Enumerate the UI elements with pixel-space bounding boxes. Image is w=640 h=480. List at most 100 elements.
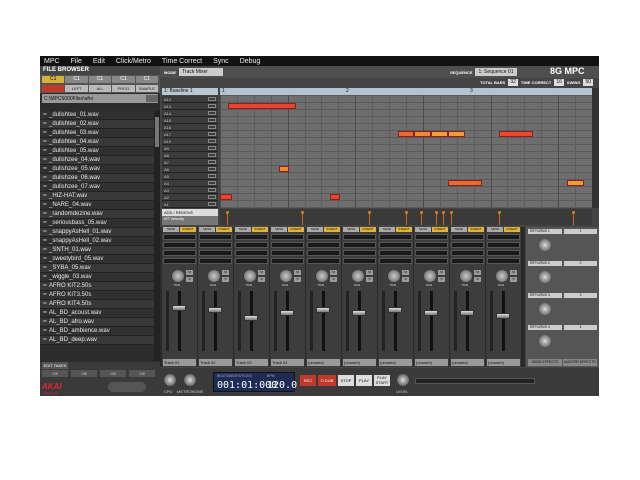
file-list-item[interactable]: ━ _dulishzee_06.wav <box>40 174 154 183</box>
key-mute-box[interactable] <box>208 181 216 185</box>
file-list-item[interactable]: ━ _dulishtee_01.wav <box>40 111 154 120</box>
key-mute-box[interactable] <box>208 202 216 206</box>
insert-button[interactable]: INSERT <box>504 227 520 232</box>
file-list-item[interactable]: ━ _randomdezine.wav <box>40 210 154 219</box>
mute-button[interactable]: M <box>402 270 409 275</box>
file-list-item[interactable]: ━ _dulishtee_03.wav <box>40 129 154 138</box>
volume-fader[interactable] <box>496 312 510 319</box>
file-list-item[interactable]: ━ _seriousbass_05.wav <box>40 219 154 228</box>
file-list-item[interactable]: ━ AFRO KIT3.50s <box>40 291 154 300</box>
effect-slot[interactable] <box>415 258 448 264</box>
solo-button[interactable]: S <box>510 277 517 282</box>
bpm-value[interactable]: 120.0 <box>267 380 297 391</box>
effect-slot[interactable] <box>451 234 484 240</box>
send-button[interactable]: SEND <box>199 227 215 232</box>
insert-button[interactable]: INSERT <box>432 227 448 232</box>
overdub-button[interactable]: O.DUB <box>318 375 336 386</box>
effect-slot[interactable] <box>307 258 340 264</box>
note[interactable] <box>448 180 483 186</box>
key-row[interactable]: A4 <box>162 180 218 187</box>
insert-button[interactable]: INSERT <box>396 227 412 232</box>
timeline-ruler[interactable]: 1 2 3 <box>220 88 592 95</box>
effect-slot[interactable] <box>163 258 196 264</box>
effect-slot[interactable] <box>163 250 196 256</box>
send-button[interactable]: SEND <box>235 227 251 232</box>
total-bars-value[interactable]: 32 <box>508 79 518 86</box>
mute-button[interactable]: M <box>258 270 265 275</box>
menu-click-metro[interactable]: Click/Metro <box>116 58 151 65</box>
effect-slot[interactable] <box>199 234 232 240</box>
file-browser-button-1[interactable] <box>42 85 65 92</box>
effect-slot[interactable] <box>379 242 412 248</box>
path-dropdown-icon[interactable] <box>146 95 158 102</box>
effect-slot[interactable] <box>163 242 196 248</box>
add-remove-button[interactable]: ADD / REMOVE <box>162 209 218 216</box>
effect-slot[interactable] <box>487 234 520 240</box>
master-effects-button[interactable]: MASTER EFFECTS <box>563 359 597 366</box>
level-knob[interactable] <box>397 374 409 386</box>
return-knob[interactable] <box>539 271 551 283</box>
menu-debug[interactable]: Debug <box>240 58 261 65</box>
key-row[interactable]: A9 <box>162 145 218 152</box>
file-browser-button-3[interactable]: ALL <box>88 85 112 92</box>
volume-fader[interactable] <box>424 309 438 316</box>
file-list-item[interactable]: ━ AL_BD_acoust.wav <box>40 309 154 318</box>
menu-file[interactable]: File <box>71 58 82 65</box>
note[interactable] <box>414 131 432 137</box>
key-row[interactable]: A7 <box>162 159 218 166</box>
effect-slot[interactable] <box>451 242 484 248</box>
note[interactable] <box>279 166 290 172</box>
pan-knob[interactable] <box>172 270 184 282</box>
key-mute-box[interactable] <box>208 167 216 171</box>
key-row[interactable]: A1 <box>162 201 218 208</box>
velocity-handle[interactable] <box>449 211 453 214</box>
track-name[interactable]: Track 01 <box>163 359 196 366</box>
velocity-handle[interactable] <box>572 211 576 214</box>
effect-slot[interactable] <box>415 242 448 248</box>
send-button[interactable]: SEND <box>451 227 467 232</box>
file-list-item[interactable]: ━ _sweetybird_05.wav <box>40 255 154 264</box>
key-mute-box[interactable] <box>208 153 216 157</box>
key-row[interactable]: A10 <box>162 138 218 145</box>
metronome-knob[interactable] <box>184 374 196 386</box>
key-row[interactable]: A14 <box>162 110 218 117</box>
send-button[interactable]: SEND <box>307 227 323 232</box>
menu-sync[interactable]: Sync <box>213 58 229 65</box>
volume-fader[interactable] <box>172 304 186 311</box>
pan-knob[interactable] <box>424 270 436 282</box>
send-button[interactable]: SEND <box>271 227 287 232</box>
key-row[interactable]: A17 <box>162 131 218 138</box>
volume-fader[interactable] <box>208 307 222 314</box>
file-list-item[interactable]: ━ _NARE_04.wav <box>40 201 154 210</box>
file-list-item[interactable]: ━ AL_BD_afro.wav <box>40 318 154 327</box>
effect-slot[interactable] <box>415 250 448 256</box>
effect-slot[interactable] <box>307 234 340 240</box>
file-list-item[interactable]: ━ _dulishtee_02.wav <box>40 120 154 129</box>
track-selector[interactable]: 1: Bassline 1 <box>162 88 218 95</box>
send-button[interactable]: SEND <box>415 227 431 232</box>
menu-time-correct[interactable]: Time Correct <box>162 58 202 65</box>
effect-slot[interactable] <box>343 234 376 240</box>
insert-button[interactable]: INSERT <box>360 227 376 232</box>
solo-button[interactable]: S <box>366 277 373 282</box>
sequence-dropdown[interactable]: 1: Sequence 01 <box>475 68 518 76</box>
menu-mpc[interactable]: MPC <box>44 58 60 65</box>
browser-knob[interactable] <box>108 382 146 392</box>
file-list-item[interactable]: ━ AFRO KIT4.50s <box>40 300 154 309</box>
velocity-handle[interactable] <box>434 211 438 214</box>
velocity-handle[interactable] <box>226 211 230 214</box>
insert-button[interactable]: INSERT <box>252 227 268 232</box>
key-mute-box[interactable] <box>208 188 216 192</box>
track-name[interactable]: (unused) <box>379 359 412 366</box>
effect-slot[interactable] <box>343 250 376 256</box>
key-mute-box[interactable] <box>208 118 216 122</box>
track-name[interactable]: Track 04 <box>271 359 304 366</box>
solo-button[interactable]: S <box>474 277 481 282</box>
note[interactable] <box>431 131 449 137</box>
send-button[interactable]: SEND <box>163 227 179 232</box>
key-mute-box[interactable] <box>208 125 216 129</box>
pan-knob[interactable] <box>316 270 328 282</box>
off-button-2[interactable]: Off <box>71 370 97 377</box>
effect-slot[interactable] <box>235 250 268 256</box>
file-list-item[interactable]: ━ AL_BD_deep.wav <box>40 336 154 345</box>
